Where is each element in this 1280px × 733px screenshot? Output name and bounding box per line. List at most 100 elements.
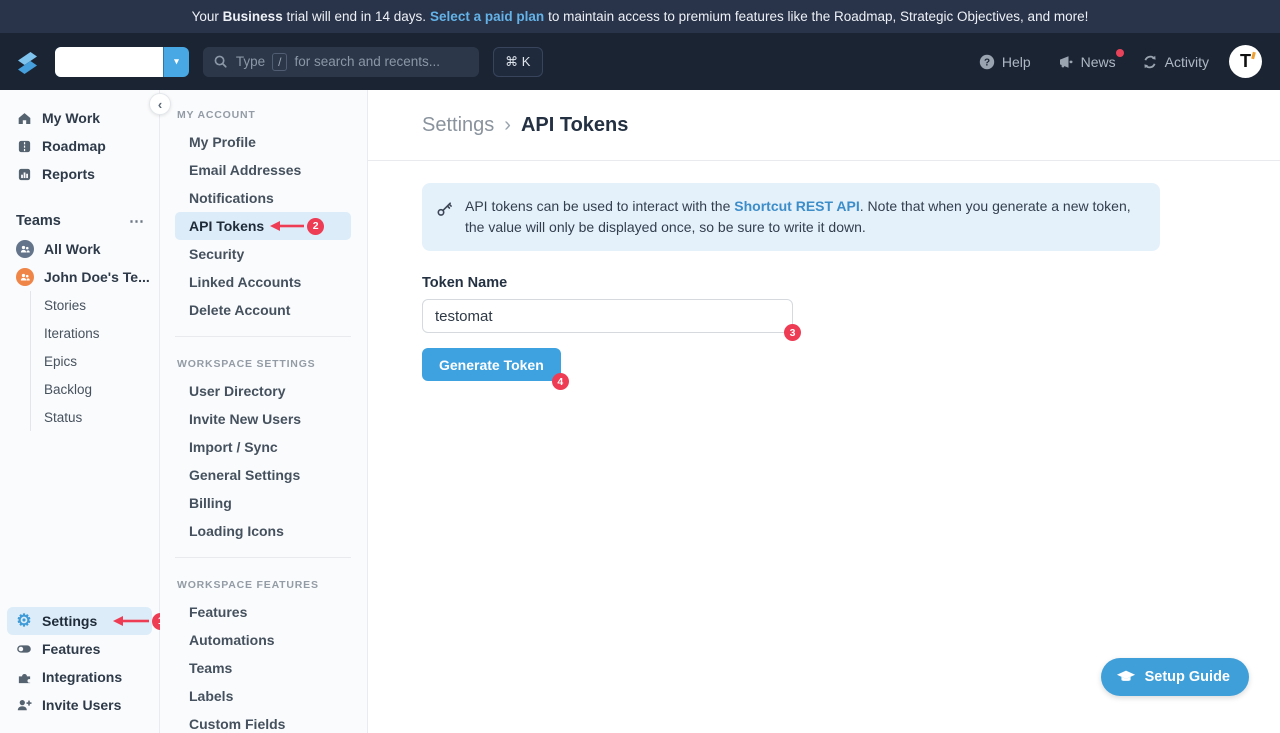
settings-item-billing[interactable]: Billing (160, 489, 367, 517)
shortcut-rest-api-link[interactable]: Shortcut REST API (734, 198, 860, 214)
settings-item-invite-new-users[interactable]: Invite New Users (160, 405, 367, 433)
sidebar-item-label: Integrations (42, 669, 122, 685)
settings-sidebar: MY ACCOUNT My Profile Email Addresses No… (160, 90, 368, 733)
api-tokens-info-box: API tokens can be used to interact with … (422, 183, 1160, 251)
sidebar-item-label: John Doe's Te... (44, 269, 150, 285)
annotation-arrow-left-icon (270, 220, 304, 232)
teams-section-header: Teams ⋯ (0, 207, 159, 235)
settings-item-automations[interactable]: Automations (160, 626, 367, 654)
page-title: API Tokens (521, 114, 628, 137)
settings-item-label: Delete Account (189, 302, 290, 318)
settings-item-label: Email Addresses (189, 162, 301, 178)
annotation-3-badge: 3 (784, 324, 801, 341)
help-button[interactable]: ? Help (979, 54, 1031, 70)
settings-item-import-sync[interactable]: Import / Sync (160, 433, 367, 461)
settings-item-teams[interactable]: Teams (160, 654, 367, 682)
settings-item-email-addresses[interactable]: Email Addresses (160, 156, 367, 184)
sidebar-item-status[interactable]: Status (44, 403, 159, 431)
bar-chart-icon (16, 166, 32, 182)
shortcut-logo-icon[interactable] (14, 48, 42, 76)
all-work-team-icon (16, 240, 34, 258)
roadmap-icon (16, 138, 32, 154)
settings-item-security[interactable]: Security (160, 240, 367, 268)
generate-token-button[interactable]: Generate Token (422, 348, 561, 381)
annotation-4-badge: 4 (552, 373, 569, 390)
sidebar-item-john-does-team[interactable]: John Doe's Te... (0, 263, 159, 291)
settings-item-label: User Directory (189, 383, 286, 399)
teams-menu-button[interactable]: ⋯ (129, 212, 145, 230)
slash-key-hint: / (272, 53, 287, 71)
breadcrumb: Settings › API Tokens (368, 90, 1280, 161)
settings-item-label: Security (189, 246, 244, 262)
sidebar-item-invite-users[interactable]: Invite Users (0, 691, 159, 719)
search-placeholder-rest: for search and recents... (294, 54, 440, 69)
sidebar-item-epics[interactable]: Epics (44, 347, 159, 375)
news-label: News (1081, 54, 1116, 70)
sidebar-item-settings[interactable]: ⚙ Settings 1 (7, 607, 152, 635)
sidebar-item-roadmap[interactable]: Roadmap (0, 132, 159, 160)
sidebar-item-all-work[interactable]: All Work (0, 235, 159, 263)
sidebar-item-iterations[interactable]: Iterations (44, 319, 159, 347)
my-account-list: My Profile Email Addresses Notifications… (160, 128, 367, 324)
token-name-input[interactable] (422, 299, 793, 333)
settings-item-label: Invite New Users (189, 411, 301, 427)
api-tokens-panel: API tokens can be used to interact with … (368, 161, 1280, 381)
sidebar-item-label: Iterations (44, 326, 100, 341)
news-unread-dot (1116, 49, 1124, 57)
annotation-2: 2 (270, 218, 324, 235)
settings-item-linked-accounts[interactable]: Linked Accounts (160, 268, 367, 296)
settings-item-user-directory[interactable]: User Directory (160, 377, 367, 405)
keyboard-shortcut-badge[interactable]: ⌘ K (493, 47, 543, 77)
help-label: Help (1002, 54, 1031, 70)
sidebar-item-integrations[interactable]: Integrations (0, 663, 159, 691)
settings-item-label: Automations (189, 632, 275, 648)
news-button[interactable]: News (1057, 54, 1116, 70)
question-circle-icon: ? (979, 54, 995, 70)
header-menu: ? Help News Activity (979, 54, 1209, 70)
settings-item-labels[interactable]: Labels (160, 682, 367, 710)
settings-item-features[interactable]: Features (160, 598, 367, 626)
section-title-workspace-settings: WORKSPACE SETTINGS (160, 351, 367, 377)
settings-item-general-settings[interactable]: General Settings (160, 461, 367, 489)
sidebar-item-my-work[interactable]: My Work (0, 104, 159, 132)
activity-label: Activity (1165, 54, 1209, 70)
banner-text-mid: trial will end in 14 days. (286, 9, 426, 24)
sidebar-item-label: My Work (42, 110, 100, 126)
section-divider (175, 557, 351, 558)
setup-guide-button[interactable]: Setup Guide (1101, 658, 1249, 696)
sidebar-item-backlog[interactable]: Backlog (44, 375, 159, 403)
annotation-arrow-left-icon (113, 615, 149, 627)
settings-item-api-tokens[interactable]: API Tokens 2 (175, 212, 351, 240)
settings-item-delete-account[interactable]: Delete Account (160, 296, 367, 324)
user-avatar[interactable]: T (1229, 45, 1262, 78)
sidebar-item-label: Features (42, 641, 100, 657)
activity-button[interactable]: Activity (1142, 54, 1209, 70)
sidebar-item-stories[interactable]: Stories (44, 291, 159, 319)
create-story-caret[interactable]: ▾ (163, 47, 189, 77)
settings-item-label: Linked Accounts (189, 274, 301, 290)
toggle-icon (16, 641, 32, 657)
sidebar-item-features[interactable]: Features (0, 635, 159, 663)
app-header: Create Story ▾ Type / for search and rec… (0, 33, 1280, 90)
settings-item-label: Notifications (189, 190, 274, 206)
settings-item-label: Import / Sync (189, 439, 278, 455)
sidebar-collapse-button[interactable]: ‹ (149, 93, 171, 115)
settings-item-my-profile[interactable]: My Profile (160, 128, 367, 156)
settings-item-notifications[interactable]: Notifications (160, 184, 367, 212)
avatar-accent-mark (1251, 52, 1256, 60)
trial-banner: Your Business trial will end in 14 days.… (0, 0, 1280, 33)
sidebar-item-label: Roadmap (42, 138, 106, 154)
breadcrumb-settings[interactable]: Settings (422, 114, 494, 137)
select-paid-plan-link[interactable]: Select a paid plan (430, 9, 544, 24)
search-input[interactable]: Type / for search and recents... (203, 47, 479, 77)
settings-item-loading-icons[interactable]: Loading Icons (160, 517, 367, 545)
sidebar-item-reports[interactable]: Reports (0, 160, 159, 188)
caret-down-icon: ▾ (174, 56, 179, 67)
create-story-button[interactable]: Create Story ▾ (55, 47, 189, 77)
settings-item-label: Billing (189, 495, 232, 511)
annotation-badge: 2 (307, 218, 324, 235)
create-story-label: Create Story (55, 47, 163, 77)
search-icon (213, 54, 228, 69)
section-title-workspace-features: WORKSPACE FEATURES (160, 572, 367, 598)
settings-item-custom-fields[interactable]: Custom Fields (160, 710, 367, 733)
